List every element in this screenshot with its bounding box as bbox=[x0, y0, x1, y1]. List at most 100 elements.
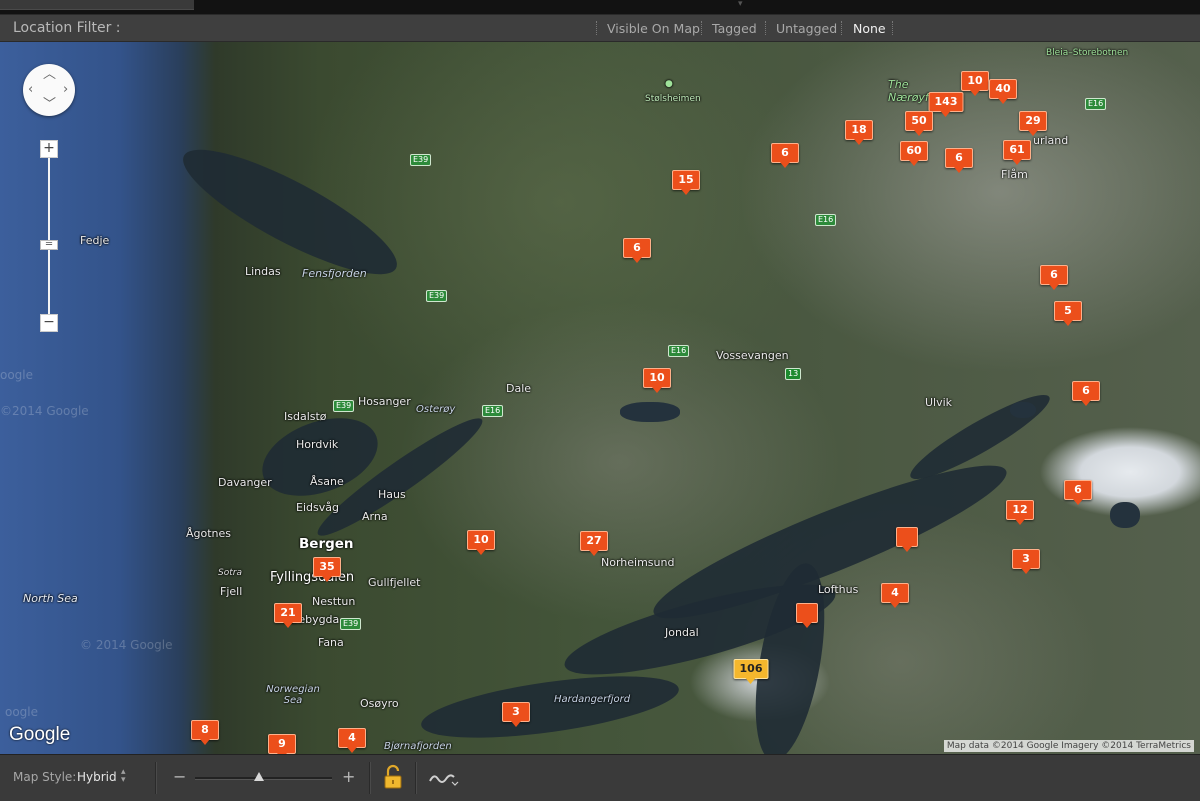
photo-pin[interactable]: 50 bbox=[905, 111, 933, 136]
map-label: Fjell bbox=[220, 585, 243, 598]
photo-pin[interactable]: 9 bbox=[268, 734, 296, 754]
road-shield: 13 bbox=[785, 368, 802, 380]
photo-pin[interactable]: 3 bbox=[502, 702, 530, 727]
road-shield: E39 bbox=[426, 290, 448, 302]
lock-icon[interactable] bbox=[382, 764, 404, 794]
map-style-select[interactable]: Hybrid bbox=[77, 770, 117, 784]
divider bbox=[369, 762, 371, 794]
filter-untagged[interactable]: Untagged bbox=[776, 21, 837, 36]
road-shield: E39 bbox=[410, 154, 432, 166]
zoom-out-button[interactable]: − bbox=[173, 767, 186, 786]
photo-pin[interactable]: 6 bbox=[1072, 381, 1100, 406]
map-pan-control[interactable]: ︿ ‹ › ﹀ bbox=[23, 64, 75, 116]
map-zoom-handle[interactable]: ═ bbox=[40, 240, 58, 250]
photo-pin[interactable]: 27 bbox=[580, 531, 608, 556]
photo-pin[interactable]: 18 bbox=[845, 120, 873, 145]
map-label: Hosanger bbox=[358, 395, 411, 408]
map-label: Fedje bbox=[80, 234, 110, 247]
pan-right-icon[interactable]: › bbox=[63, 83, 68, 96]
photo-pin[interactable]: 21 bbox=[274, 603, 302, 628]
photo-pin[interactable]: 6 bbox=[1064, 480, 1092, 505]
photo-pin[interactable]: 61 bbox=[1003, 140, 1031, 165]
photo-pin[interactable]: 6 bbox=[1040, 265, 1068, 290]
divider bbox=[596, 21, 598, 35]
photo-pin[interactable]: 6 bbox=[623, 238, 651, 263]
map-watermark: oogle bbox=[5, 705, 39, 719]
filter-tagged[interactable]: Tagged bbox=[712, 21, 757, 36]
road-shield: E16 bbox=[1085, 98, 1107, 110]
map-label: Jondal bbox=[665, 626, 699, 639]
road-shield: E16 bbox=[482, 405, 504, 417]
map-label: Gullfjellet bbox=[368, 576, 421, 589]
map-label: Dale bbox=[506, 382, 532, 395]
road-shield: E39 bbox=[333, 400, 355, 412]
filter-visible-on-map[interactable]: Visible On Map bbox=[607, 21, 700, 36]
road-shield: E39 bbox=[340, 618, 362, 630]
map-label: Bjørnafjorden bbox=[384, 741, 452, 752]
road-shield: E16 bbox=[668, 345, 690, 357]
map-view[interactable]: ︿ ‹ › ﹀ + ═ − Fedje Lindas Fensfjorden H… bbox=[0, 42, 1200, 754]
map-label: Stølsheimen bbox=[645, 94, 701, 104]
map-label: Bergen bbox=[299, 536, 354, 552]
map-label: Flåm bbox=[1001, 168, 1028, 181]
divider bbox=[892, 21, 894, 35]
map-zoom-out-button[interactable]: − bbox=[40, 314, 58, 332]
photo-pin[interactable]: 10 bbox=[643, 368, 671, 393]
zoom-slider-thumb[interactable] bbox=[254, 772, 265, 781]
map-toolbar: Map Style: Hybrid ▴ ▾ − + bbox=[0, 754, 1200, 801]
pan-left-icon[interactable]: ‹ bbox=[28, 83, 33, 96]
photo-pin[interactable]: 15 bbox=[672, 170, 700, 195]
photo-pin[interactable]: 4 bbox=[338, 728, 366, 753]
divider bbox=[701, 21, 703, 35]
map-label: Fana bbox=[318, 636, 344, 649]
map-label: Fensfjorden bbox=[302, 267, 367, 280]
zoom-in-button[interactable]: + bbox=[342, 767, 355, 786]
pan-up-icon[interactable]: ︿ bbox=[43, 68, 56, 81]
photo-pin[interactable]: 5 bbox=[1054, 301, 1082, 326]
map-watermark: ©2014 Google bbox=[0, 404, 89, 418]
photo-pin[interactable]: 6 bbox=[945, 148, 973, 173]
photo-pin[interactable]: 35 bbox=[313, 557, 341, 582]
google-logo[interactable]: Google bbox=[9, 724, 70, 746]
road-shield: E16 bbox=[815, 214, 837, 226]
pan-down-icon[interactable]: ﹀ bbox=[43, 98, 56, 111]
map-label: urland bbox=[1033, 134, 1069, 147]
photo-pin[interactable]: 6 bbox=[771, 143, 799, 168]
location-filter-title: Location Filter : bbox=[13, 20, 121, 36]
photo-pin[interactable] bbox=[796, 603, 818, 628]
chevron-updown-icon[interactable]: ▴ ▾ bbox=[121, 768, 126, 785]
tracklog-icon[interactable] bbox=[428, 769, 460, 791]
photo-pin[interactable]: 29 bbox=[1019, 111, 1047, 136]
photo-pin[interactable]: 10 bbox=[467, 530, 495, 555]
photo-pin[interactable] bbox=[896, 527, 918, 552]
photo-pin[interactable]: 4 bbox=[881, 583, 909, 608]
map-label: Norheimsund bbox=[601, 556, 675, 569]
map-attribution[interactable]: Map data ©2014 Google Imagery ©2014 Terr… bbox=[943, 740, 1194, 752]
filter-none[interactable]: None bbox=[853, 21, 886, 36]
divider bbox=[841, 21, 843, 35]
photo-pin[interactable]: 10 bbox=[961, 71, 989, 96]
map-watermark: © 2014 Google bbox=[80, 638, 173, 652]
map-style-label: Map Style: bbox=[13, 770, 77, 784]
photo-pin[interactable]: 3 bbox=[1012, 549, 1040, 574]
photo-pin[interactable]: 12 bbox=[1006, 500, 1034, 525]
map-label: Bleia–Storebotnen bbox=[1046, 48, 1129, 58]
map-zoom-track[interactable] bbox=[48, 150, 50, 324]
map-label: Arna bbox=[362, 510, 388, 523]
photo-pin[interactable]: 143 bbox=[928, 92, 964, 117]
location-filter-bar: Location Filter : Visible On Map Tagged … bbox=[0, 14, 1200, 42]
map-label: Norwegian Sea bbox=[266, 684, 320, 706]
panel-grip-icon[interactable]: ▾ bbox=[738, 0, 743, 9]
panel-tab[interactable] bbox=[0, 0, 194, 10]
map-label: Ågotnes bbox=[186, 527, 232, 540]
map-zoom-in-button[interactable]: + bbox=[40, 140, 58, 158]
map-label: Nesttun bbox=[312, 595, 356, 608]
map-label: Eidsvåg bbox=[296, 501, 339, 514]
map-label: Haus bbox=[378, 488, 406, 501]
map-label: Davanger bbox=[218, 476, 272, 489]
photo-pin[interactable]: 60 bbox=[900, 141, 928, 166]
map-label: Lofthus bbox=[818, 583, 859, 596]
photo-pin[interactable]: 40 bbox=[989, 79, 1017, 104]
photo-pin-selected[interactable]: 106 bbox=[733, 659, 769, 684]
photo-pin[interactable]: 8 bbox=[191, 720, 219, 745]
